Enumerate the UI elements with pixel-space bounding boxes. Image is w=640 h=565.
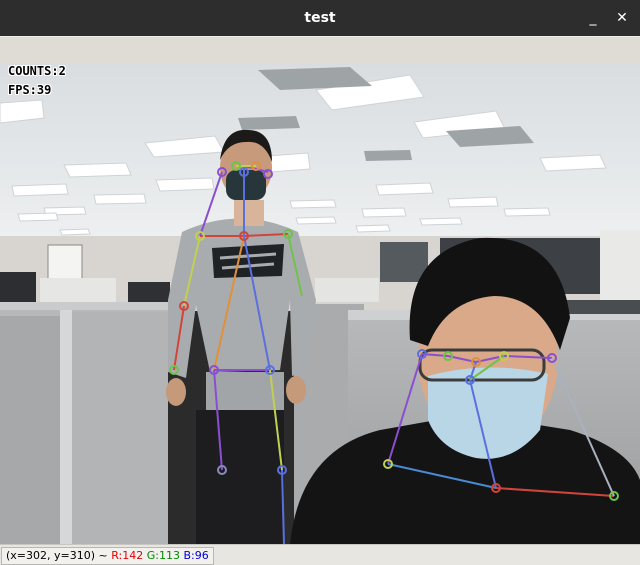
blue-value: B:96 [183,549,209,562]
red-value: R:142 [111,549,144,562]
fps-label: FPS:39 [8,83,52,97]
pixel-info: (x=302, y=310) ~ R:142 G:113 B:96 [1,547,214,565]
status-bar: (x=302, y=310) ~ R:142 G:113 B:96 [0,544,640,565]
counts-label: COUNTS:2 [8,64,66,78]
video-frame[interactable] [0,63,640,544]
title-bar: test _ ✕ [0,0,640,36]
window-title: test [304,10,336,26]
app-window: test _ ✕ COUNTS:2 FPS:39 (x=302, y=310) … [0,0,640,565]
toolbar [0,36,640,64]
close-button[interactable]: ✕ [612,8,632,28]
cursor-coords: (x=302, y=310) ~ [6,549,108,562]
minimize-button[interactable]: _ [583,8,603,28]
green-value: G:113 [146,549,180,562]
camera-image [0,63,640,544]
